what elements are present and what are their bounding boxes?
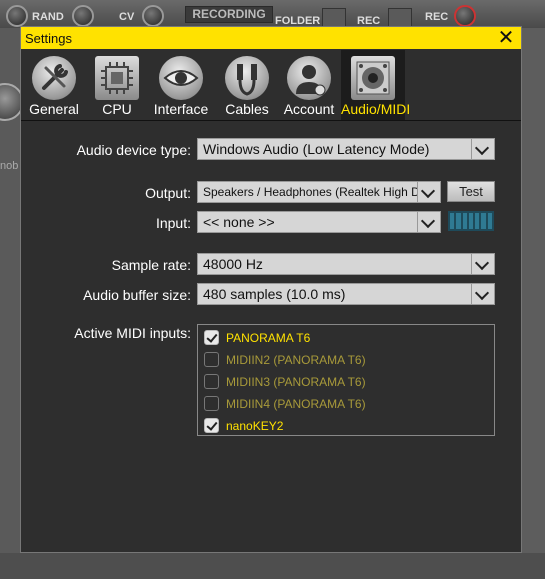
folder-icon (322, 8, 346, 28)
checkbox-checked[interactable] (204, 418, 219, 433)
tab-cpu[interactable]: CPU (87, 50, 147, 120)
cpu-chip-icon (95, 56, 139, 100)
rand-label: RAND (32, 11, 64, 23)
close-button[interactable]: ✕ (497, 28, 515, 48)
eye-icon (159, 56, 203, 100)
background-bottom-panel (0, 553, 545, 579)
rec-label: REC (425, 11, 449, 23)
midi-input-name: PANORAMA T6 (226, 331, 311, 345)
audio-device-type-label: Audio device type: (76, 142, 191, 158)
user-account-icon (287, 56, 331, 100)
buffer-size-select[interactable]: 480 samples (10.0 ms) (197, 283, 495, 305)
input-level-meter (448, 211, 494, 231)
tab-interface-label: Interface (153, 101, 209, 117)
settings-dialog: Settings ✕ General CPU Interface Cables … (20, 26, 522, 553)
dialog-title: Settings (25, 31, 72, 46)
checkbox[interactable] (204, 374, 219, 389)
dialog-titlebar[interactable]: Settings ✕ (21, 27, 521, 49)
tab-account[interactable]: Account (279, 50, 339, 120)
settings-tabs: General CPU Interface Cables Account Aud… (21, 50, 521, 120)
background-right-panel (521, 28, 545, 579)
checkbox[interactable] (204, 352, 219, 367)
audio-device-type-value: Windows Audio (Low Latency Mode) (203, 141, 430, 157)
checkbox-checked[interactable] (204, 330, 219, 345)
chevron-down-icon (471, 139, 494, 159)
tab-audio-midi[interactable]: Audio/MIDI (341, 50, 411, 120)
midi-input-name: MIDIIN4 (PANORAMA T6) (226, 397, 366, 411)
knob-icon (142, 5, 164, 27)
chevron-down-icon (471, 284, 494, 304)
background-toolbar: RAND CV RECORDING FOLDER REC REC (0, 0, 545, 28)
sample-rate-label: Sample rate: (111, 257, 191, 273)
knob-icon (72, 5, 94, 27)
output-device-value: Speakers / Headphones (Realtek High Defi… (203, 185, 441, 199)
midi-input-name: MIDIIN3 (PANORAMA T6) (226, 375, 366, 389)
midi-input-name: nanoKEY2 (226, 419, 284, 433)
speaker-icon (351, 56, 395, 100)
recording-label: RECORDING (185, 6, 273, 23)
rec-button-icon (388, 8, 412, 28)
knob-icon (6, 5, 28, 27)
tab-divider (21, 120, 521, 121)
audio-device-type-select[interactable]: Windows Audio (Low Latency Mode) (197, 138, 495, 160)
sample-rate-value: 48000 Hz (203, 256, 263, 272)
chevron-down-icon (417, 182, 440, 202)
cables-icon (225, 56, 269, 100)
checkbox[interactable] (204, 396, 219, 411)
background-left-panel: nob (0, 28, 24, 579)
chevron-down-icon (417, 212, 440, 232)
tab-interface[interactable]: Interface (149, 50, 213, 120)
rec-knob-icon (454, 5, 476, 27)
tab-cables[interactable]: Cables (217, 50, 277, 120)
output-label: Output: (145, 185, 191, 201)
partial-label: nob (0, 160, 19, 172)
input-device-value: << none >> (203, 214, 275, 230)
sample-rate-select[interactable]: 48000 Hz (197, 253, 495, 275)
input-label: Input: (155, 215, 191, 231)
buffer-size-label: Audio buffer size: (83, 287, 191, 303)
tab-audio-midi-label: Audio/MIDI (341, 101, 411, 117)
wrench-screwdriver-icon (32, 56, 76, 100)
tab-cables-label: Cables (225, 101, 269, 117)
tab-cpu-label: CPU (102, 101, 132, 117)
test-button[interactable]: Test (447, 181, 495, 202)
tab-general[interactable]: General (21, 50, 87, 120)
cv-label: CV (119, 11, 135, 23)
midi-inputs-label: Active MIDI inputs: (74, 325, 191, 341)
output-device-select[interactable]: Speakers / Headphones (Realtek High Defi… (197, 181, 441, 203)
input-device-select[interactable]: << none >> (197, 211, 441, 233)
tab-general-label: General (29, 101, 79, 117)
chevron-down-icon (471, 254, 494, 274)
buffer-size-value: 480 samples (10.0 ms) (203, 286, 346, 302)
midi-inputs-list: PANORAMA T6 MIDIIN2 (PANORAMA T6) MIDIIN… (197, 324, 495, 436)
tab-account-label: Account (283, 101, 335, 117)
midi-input-name: MIDIIN2 (PANORAMA T6) (226, 353, 366, 367)
